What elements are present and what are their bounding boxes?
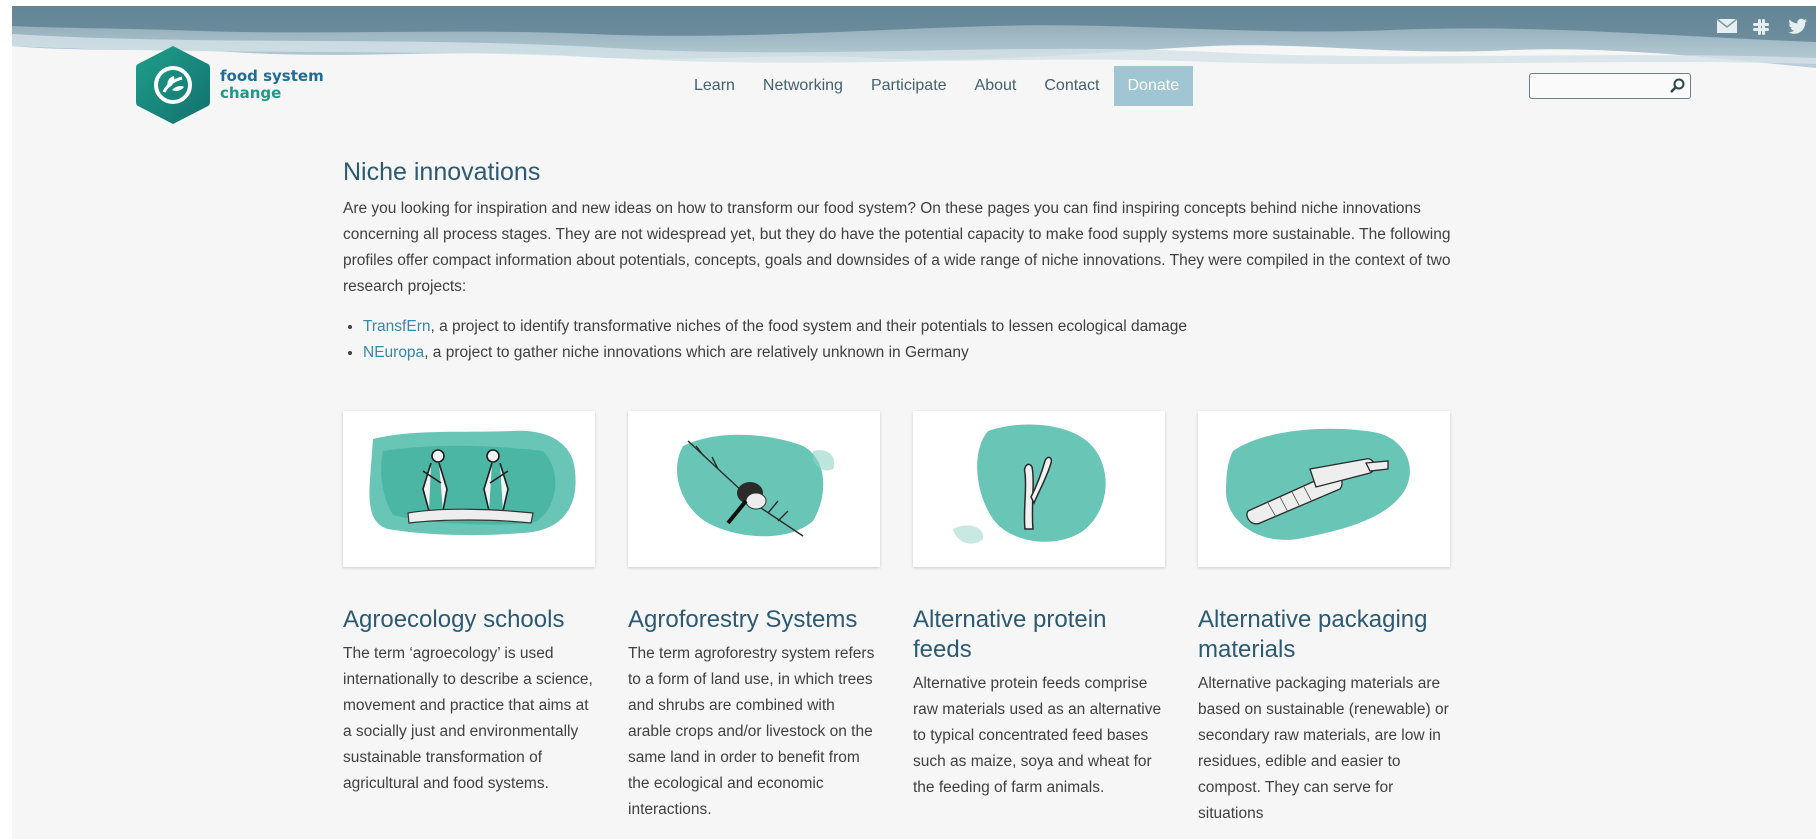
main-content: Niche innovations Are you looking for in…	[343, 158, 1463, 366]
card-title[interactable]: Alternative protein feeds	[913, 605, 1165, 665]
page: food system change Learn Networking Part…	[12, 6, 1816, 839]
card-agroforestry-systems[interactable]: Agroforestry Systems The term agroforest…	[628, 411, 880, 827]
twitter-icon[interactable]	[1788, 18, 1810, 36]
nav-donate-button[interactable]: Donate	[1113, 66, 1194, 106]
card-text: The term agroforestry system refers to a…	[628, 645, 875, 818]
transfern-link[interactable]: TransfErn	[363, 318, 430, 335]
card-image[interactable]	[913, 411, 1165, 567]
search-icon[interactable]	[1668, 77, 1686, 95]
logo-line1: food system	[220, 67, 324, 85]
project-description: , a project to gather niche innovations …	[424, 344, 969, 361]
nav-about[interactable]: About	[961, 66, 1031, 106]
card-title[interactable]: Agroforestry Systems	[628, 605, 880, 635]
leaf-hexagon-icon	[136, 46, 210, 124]
card-title[interactable]: Alternative packaging materials	[1198, 605, 1450, 665]
project-list: TransfErn, a project to identify transfo…	[343, 314, 1463, 366]
card-image[interactable]	[1198, 411, 1450, 567]
logo-line2: change	[220, 84, 282, 102]
main-nav: Learn Networking Participate About Conta…	[680, 66, 1194, 106]
nav-participate[interactable]: Participate	[857, 66, 961, 106]
mail-icon[interactable]	[1716, 18, 1738, 36]
card-text: Alternative packaging materials are base…	[1198, 675, 1449, 822]
card-alternative-protein-feeds[interactable]: Alternative protein feeds Alternative pr…	[913, 411, 1165, 827]
nav-contact[interactable]: Contact	[1030, 66, 1113, 106]
neuropa-link[interactable]: NEuropa	[363, 344, 424, 361]
nav-learn[interactable]: Learn	[680, 66, 749, 106]
innovation-cards: Agroecology schools The term ‘agroecolog…	[343, 411, 1450, 827]
search-input[interactable]	[1529, 73, 1691, 99]
intro-paragraph: Are you looking for inspiration and new …	[343, 200, 1451, 295]
list-item: TransfErn, a project to identify transfo…	[363, 314, 1463, 340]
page-title: Niche innovations	[343, 158, 541, 186]
card-title[interactable]: Agroecology schools	[343, 605, 595, 635]
logo-wordmark: food system change	[220, 68, 324, 102]
card-image[interactable]	[628, 411, 880, 567]
slack-icon[interactable]	[1752, 18, 1774, 36]
site-logo[interactable]: food system change	[134, 44, 324, 126]
social-links	[1716, 18, 1810, 36]
list-item: NEuropa, a project to gather niche innov…	[363, 340, 1463, 366]
card-alternative-packaging-materials[interactable]: Alternative packaging materials Alternat…	[1198, 411, 1450, 827]
card-text: The term ‘agroecology’ is used internati…	[343, 645, 593, 792]
card-agroecology-schools[interactable]: Agroecology schools The term ‘agroecolog…	[343, 411, 595, 827]
card-image[interactable]	[343, 411, 595, 567]
project-description: , a project to identify transformative n…	[430, 318, 1187, 335]
nav-networking[interactable]: Networking	[749, 66, 857, 106]
card-text: Alternative protein feeds comprise raw m…	[913, 675, 1162, 796]
